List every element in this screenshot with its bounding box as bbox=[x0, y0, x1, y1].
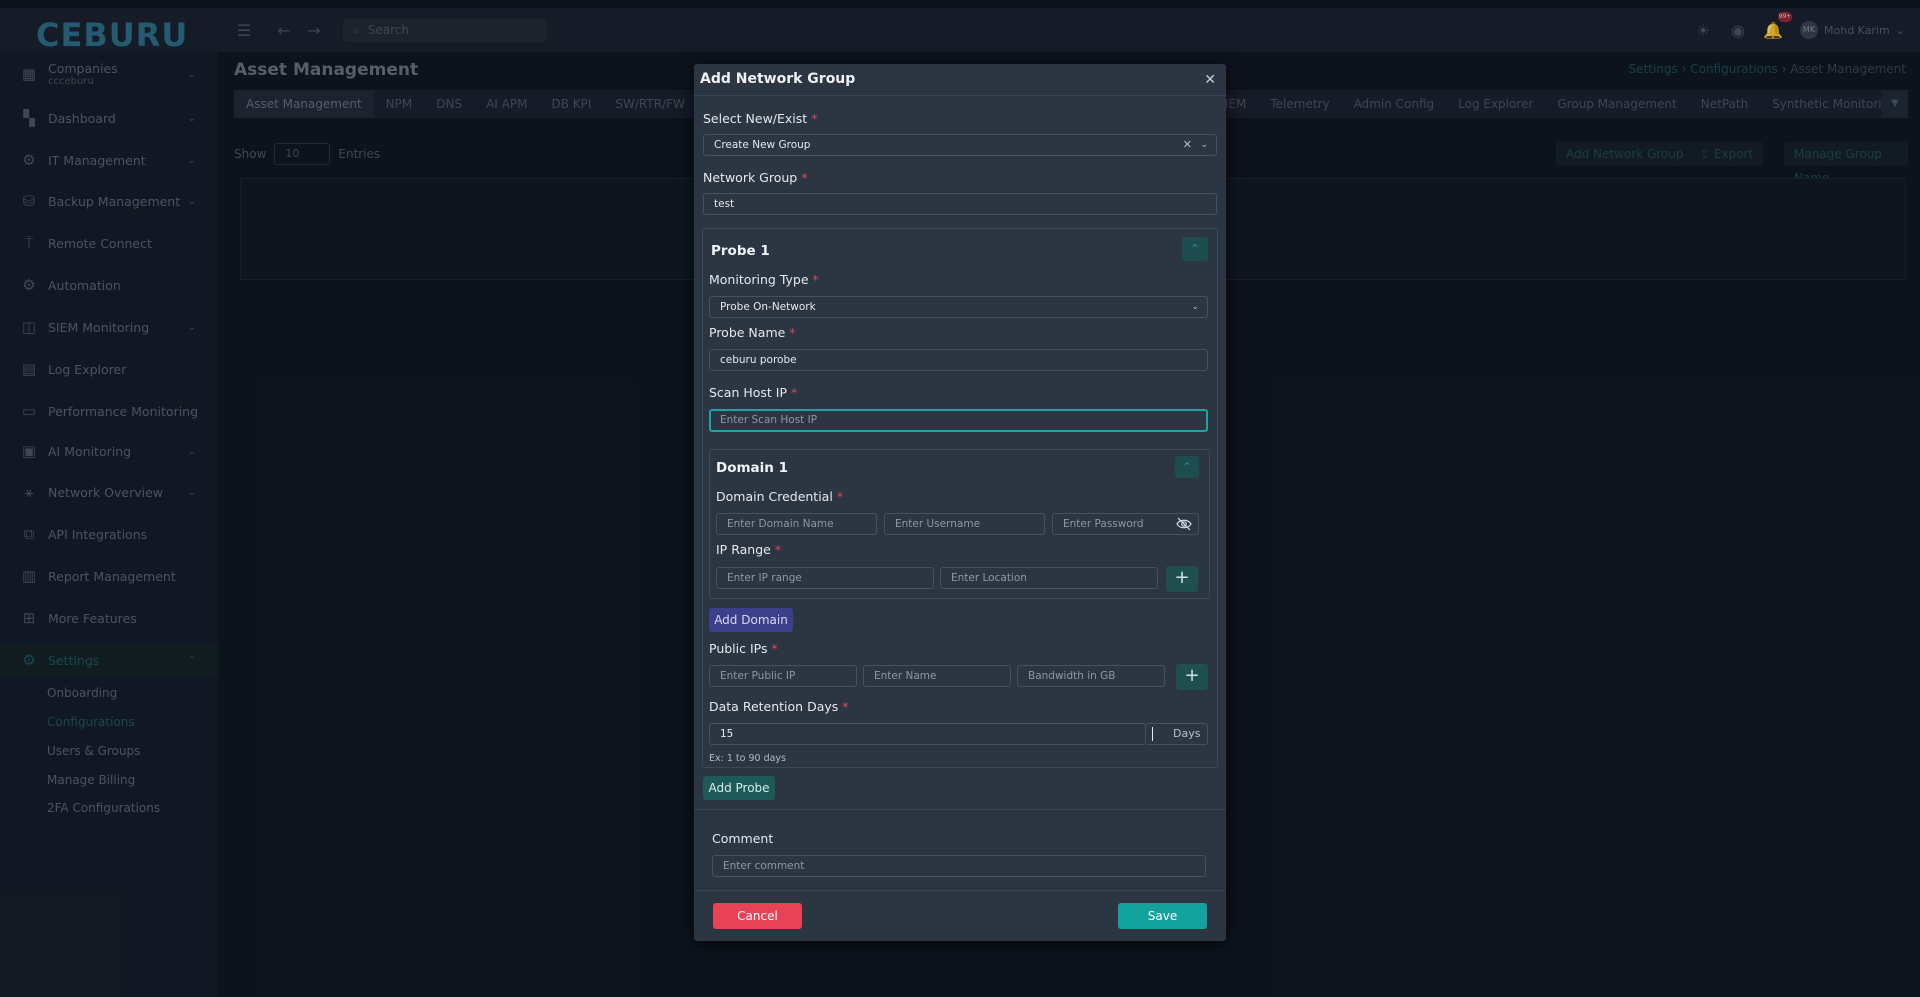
domain-credential-label: Domain Credential * bbox=[716, 489, 843, 504]
label-text: Scan Host IP bbox=[709, 385, 788, 400]
comment-label: Comment bbox=[712, 831, 774, 846]
chevron-down-icon: ⌄ bbox=[1200, 140, 1208, 150]
label-text: Select New/Exist bbox=[703, 111, 808, 126]
days-unit: Days bbox=[1173, 727, 1201, 740]
text-cursor bbox=[1152, 727, 1153, 741]
selected-value: Probe On-Network bbox=[720, 301, 816, 313]
domain-title: Domain 1 bbox=[716, 460, 788, 476]
modal-title: Add Network Group bbox=[700, 71, 856, 87]
required-marker: * bbox=[789, 325, 796, 340]
probe-section: Probe 1 ⌃ Monitoring Type * Probe On-Net… bbox=[702, 228, 1218, 768]
select-new-exist-dropdown[interactable]: Create New Group ✕ ⌄ bbox=[703, 134, 1217, 156]
save-button[interactable]: Save bbox=[1118, 903, 1207, 929]
required-marker: * bbox=[811, 111, 818, 126]
cancel-button[interactable]: Cancel bbox=[713, 903, 802, 929]
chevron-down-icon: ⌄ bbox=[1191, 302, 1199, 312]
scan-host-ip-input[interactable]: Enter Scan Host IP bbox=[709, 409, 1208, 432]
label-text: Data Retention Days bbox=[709, 699, 839, 714]
probe-title: Probe 1 bbox=[711, 243, 770, 259]
required-marker: * bbox=[812, 272, 819, 287]
add-network-group-modal: Add Network Group ✕ Select New/Exist * C… bbox=[694, 64, 1226, 941]
select-new-exist-label: Select New/Exist * bbox=[703, 111, 817, 126]
divider bbox=[694, 890, 1226, 891]
domain-name-input[interactable]: Enter Domain Name bbox=[716, 513, 877, 535]
add-public-ip-button[interactable]: + bbox=[1176, 664, 1208, 690]
collapse-domain-button[interactable]: ⌃ bbox=[1175, 456, 1199, 478]
plus-icon: + bbox=[1184, 665, 1200, 686]
public-ip-input[interactable]: Enter Public IP bbox=[709, 665, 857, 687]
domain-section: Domain 1 ⌃ Domain Credential * Enter Dom… bbox=[709, 449, 1210, 599]
label-text: IP Range bbox=[716, 542, 771, 557]
add-probe-button[interactable]: Add Probe bbox=[703, 776, 775, 800]
comment-input[interactable]: Enter comment bbox=[712, 855, 1206, 877]
scan-host-ip-label: Scan Host IP * bbox=[709, 385, 797, 400]
selected-value: Create New Group bbox=[714, 139, 811, 151]
network-group-label: Network Group * bbox=[703, 170, 807, 185]
add-ip-range-button[interactable]: + bbox=[1166, 566, 1198, 592]
required-marker: * bbox=[771, 641, 778, 656]
divider bbox=[694, 809, 1226, 810]
label-text: Probe Name bbox=[709, 325, 786, 340]
public-ips-label: Public IPs * bbox=[709, 641, 778, 656]
collapse-probe-button[interactable]: ⌃ bbox=[1182, 237, 1208, 261]
chevron-up-icon: ⌃ bbox=[1181, 460, 1193, 474]
probe-name-label: Probe Name * bbox=[709, 325, 796, 340]
monitoring-type-label: Monitoring Type * bbox=[709, 272, 819, 287]
monitoring-type-select[interactable]: Probe On-Network ⌄ bbox=[709, 296, 1208, 318]
ip-range-input[interactable]: Enter IP range bbox=[716, 567, 934, 589]
bandwidth-input[interactable]: Bandwidth in GB bbox=[1017, 665, 1165, 687]
required-marker: * bbox=[842, 699, 849, 714]
required-marker: * bbox=[801, 170, 808, 185]
location-input[interactable]: Enter Location bbox=[940, 567, 1158, 589]
label-text: Public IPs bbox=[709, 641, 768, 656]
label-text: Domain Credential bbox=[716, 489, 833, 504]
required-marker: * bbox=[774, 542, 782, 557]
public-ip-name-input[interactable]: Enter Name bbox=[863, 665, 1011, 687]
network-group-input[interactable]: test bbox=[703, 193, 1217, 215]
label-text: Monitoring Type bbox=[709, 272, 809, 287]
close-icon[interactable]: ✕ bbox=[1204, 72, 1216, 88]
ip-range-label: IP Range * bbox=[716, 542, 781, 557]
modal-header: Add Network Group ✕ bbox=[694, 64, 1226, 96]
clear-icon[interactable]: ✕ bbox=[1183, 135, 1192, 155]
add-domain-button[interactable]: Add Domain bbox=[709, 608, 793, 632]
probe-name-input[interactable]: ceburu porobe bbox=[709, 349, 1208, 371]
eye-off-icon[interactable] bbox=[1176, 517, 1192, 531]
chevron-up-icon: ⌃ bbox=[1189, 242, 1201, 256]
password-input[interactable]: Enter Password bbox=[1052, 513, 1199, 535]
retention-hint: Ex: 1 to 90 days bbox=[709, 753, 786, 764]
required-marker: * bbox=[791, 385, 798, 400]
username-input[interactable]: Enter Username bbox=[884, 513, 1045, 535]
label-text: Network Group bbox=[703, 170, 798, 185]
data-retention-input[interactable]: 15 bbox=[709, 723, 1146, 745]
password-placeholder: Enter Password bbox=[1063, 518, 1144, 530]
required-marker: * bbox=[836, 489, 844, 504]
plus-icon: + bbox=[1174, 567, 1190, 588]
days-addon-box: Days bbox=[1146, 723, 1208, 745]
data-retention-label: Data Retention Days * bbox=[709, 699, 849, 714]
